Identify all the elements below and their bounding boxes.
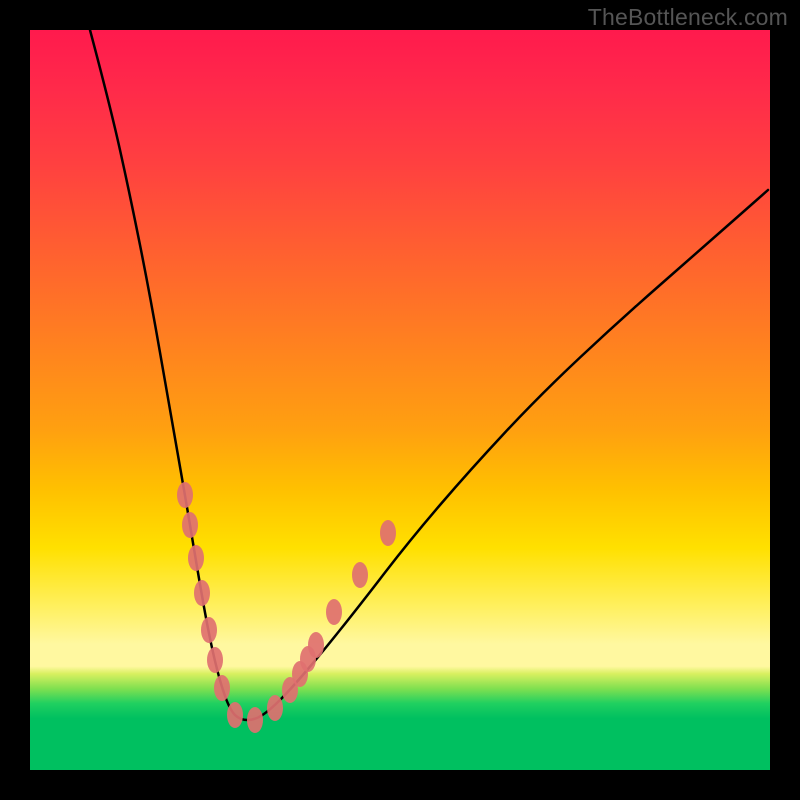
marker-dot xyxy=(214,675,230,701)
marker-dots xyxy=(177,482,396,733)
marker-dot xyxy=(267,695,283,721)
bottleneck-curve-svg xyxy=(30,30,770,770)
marker-dot xyxy=(201,617,217,643)
marker-dot xyxy=(326,599,342,625)
marker-dot xyxy=(227,702,243,728)
marker-dot xyxy=(194,580,210,606)
marker-dot xyxy=(352,562,368,588)
marker-dot xyxy=(182,512,198,538)
marker-dot xyxy=(177,482,193,508)
marker-dot xyxy=(247,707,263,733)
plot-area xyxy=(30,30,770,770)
chart-frame: TheBottleneck.com xyxy=(0,0,800,800)
marker-dot xyxy=(188,545,204,571)
marker-dot xyxy=(308,632,324,658)
marker-dot xyxy=(380,520,396,546)
watermark-text: TheBottleneck.com xyxy=(588,4,788,31)
bottleneck-curve-path xyxy=(90,30,768,720)
marker-dot xyxy=(207,647,223,673)
